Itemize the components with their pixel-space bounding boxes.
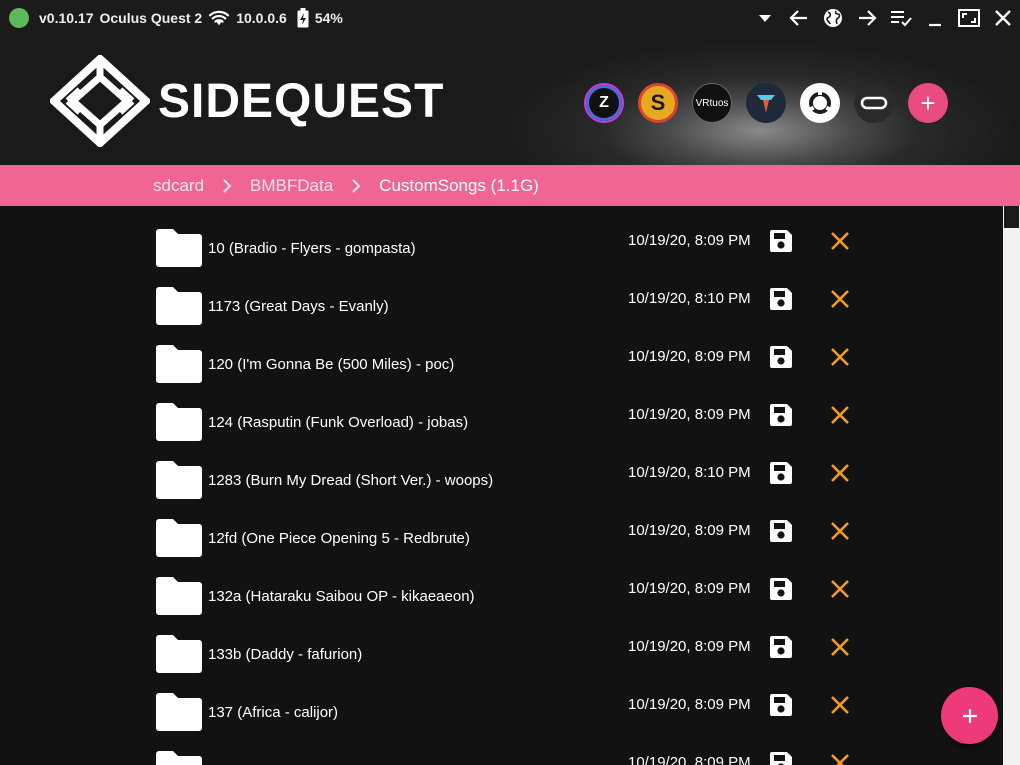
plus-icon [962, 708, 977, 723]
folder-icon [154, 460, 204, 500]
file-date: 10/19/20, 8:09 PM [628, 406, 751, 423]
delete-icon[interactable] [829, 520, 851, 542]
oculus-app-icon[interactable] [854, 83, 894, 123]
globe-icon[interactable] [816, 0, 850, 36]
file-date: 10/19/20, 8:09 PM [628, 754, 751, 765]
file-date: 10/19/20, 8:09 PM [628, 232, 751, 249]
folder-icon [154, 228, 204, 268]
app-header: SIDEQUEST Z S VRtuos + [0, 36, 1020, 165]
sidequest-logo-icon [50, 55, 150, 147]
chevron-right-icon [351, 178, 361, 193]
delete-icon[interactable] [829, 462, 851, 484]
file-row[interactable]: 124 (Rasputin (Funk Overload) - jobas) 10… [0, 380, 1003, 441]
save-icon[interactable] [768, 286, 794, 312]
sidequest-s-app-icon[interactable]: S [638, 83, 678, 123]
scrollbar-thumb[interactable] [1004, 206, 1019, 228]
file-row[interactable]: 12fd (One Piece Opening 5 - Redbrute) 10/… [0, 496, 1003, 557]
file-row[interactable]: 120 (I'm Gonna Be (500 Miles) - poc) 10/1… [0, 322, 1003, 383]
queue-list-icon[interactable] [884, 0, 918, 36]
trinity-app-icon[interactable] [746, 83, 786, 123]
folder-icon [154, 344, 204, 384]
file-name[interactable]: 10 (Bradio - Flyers - gompasta) [208, 240, 416, 257]
file-name[interactable]: 132a (Hataraku Saibou OP - kikaeaeon) [208, 588, 475, 605]
delete-icon[interactable] [829, 230, 851, 252]
delete-icon[interactable] [829, 752, 851, 765]
save-icon[interactable] [768, 460, 794, 486]
wifi-icon [208, 9, 230, 27]
scrollbar-track[interactable] [1003, 206, 1020, 765]
folder-icon [154, 576, 204, 616]
device-name: Oculus Quest 2 [99, 10, 203, 26]
app-shortcuts: Z S VRtuos + [584, 83, 948, 123]
save-icon[interactable] [768, 228, 794, 254]
file-name[interactable]: 120 (I'm Gonna Be (500 Miles) - poc) [208, 356, 454, 373]
file-name[interactable]: 137 (Africa - calijor) [208, 704, 338, 721]
delete-icon[interactable] [829, 346, 851, 368]
file-row[interactable]: 137 (Africa - calijor) 10/19/20, 8:09 PM [0, 670, 1003, 731]
folder-icon [154, 286, 204, 326]
file-row[interactable]: 1283 (Burn My Dread (Short Ver.) - woops… [0, 438, 1003, 499]
save-icon[interactable] [768, 634, 794, 660]
save-icon[interactable] [768, 692, 794, 718]
version-label: v0.10.17 [39, 10, 94, 26]
forward-arrow-icon[interactable] [850, 0, 884, 36]
folder-icon [154, 634, 204, 674]
file-date: 10/19/20, 8:10 PM [628, 290, 751, 307]
file-date: 10/19/20, 8:10 PM [628, 464, 751, 481]
delete-icon[interactable] [829, 694, 851, 716]
battery-charging-icon [297, 8, 309, 28]
vrtuos-app-icon[interactable]: VRtuos [692, 83, 732, 123]
save-icon[interactable] [768, 344, 794, 370]
logo-text: SIDEQUEST [158, 74, 445, 128]
add-file-button[interactable] [941, 687, 998, 744]
file-row[interactable]: 1173 (Great Days - Evanly) 10/19/20, 8:10… [0, 264, 1003, 325]
delete-icon[interactable] [829, 636, 851, 658]
file-date: 10/19/20, 8:09 PM [628, 696, 751, 713]
title-bar: v0.10.17 Oculus Quest 2 10.0.0.6 54% [0, 0, 1020, 36]
file-name[interactable]: 1283 (Burn My Dread (Short Ver.) - woops… [208, 472, 493, 489]
folder-icon [154, 518, 204, 558]
folder-icon [154, 692, 204, 732]
file-name[interactable]: 124 (Rasputin (Funk Overload) - jobas) [208, 414, 468, 431]
delete-icon[interactable] [829, 288, 851, 310]
save-icon[interactable] [768, 518, 794, 544]
breadcrumb: sdcard BMBFData CustomSongs (1.1G) [0, 165, 1020, 206]
file-row[interactable]: 10/19/20, 8:09 PM [0, 728, 1003, 765]
back-arrow-icon[interactable] [782, 0, 816, 36]
file-name[interactable]: 1173 (Great Days - Evanly) [208, 298, 389, 315]
delete-icon[interactable] [829, 578, 851, 600]
file-date: 10/19/20, 8:09 PM [628, 638, 751, 655]
folder-icon [154, 750, 204, 765]
ring-app-icon[interactable] [800, 83, 840, 123]
folder-icon [154, 402, 204, 442]
breadcrumb-item-sdcard[interactable]: sdcard [153, 176, 204, 196]
delete-icon[interactable] [829, 404, 851, 426]
file-row[interactable]: 10 (Bradio - Flyers - gompasta) 10/19/20,… [0, 206, 1003, 267]
file-date: 10/19/20, 8:09 PM [628, 522, 751, 539]
file-row[interactable]: 132a (Hataraku Saibou OP - kikaeaeon) 10/… [0, 554, 1003, 615]
file-name[interactable]: 133b (Daddy - fafurion) [208, 646, 362, 663]
add-app-button[interactable]: + [908, 83, 948, 123]
close-icon[interactable] [986, 0, 1020, 36]
ip-address: 10.0.0.6 [236, 10, 287, 26]
connection-status-icon [9, 8, 29, 28]
file-date: 10/19/20, 8:09 PM [628, 580, 751, 597]
file-row[interactable]: 133b (Daddy - fafurion) 10/19/20, 8:09 PM [0, 612, 1003, 673]
file-name[interactable]: 12fd (One Piece Opening 5 - Redbrute) [208, 530, 470, 547]
chevron-right-icon [222, 178, 232, 193]
file-date: 10/19/20, 8:09 PM [628, 348, 751, 365]
file-list: 10 (Bradio - Flyers - gompasta) 10/19/20,… [0, 206, 1003, 765]
sidequest-logo[interactable]: SIDEQUEST [50, 55, 444, 147]
chevron-down-icon[interactable] [748, 0, 782, 36]
save-icon[interactable] [768, 576, 794, 602]
breadcrumb-item-customsongs[interactable]: CustomSongs (1.1G) [379, 176, 539, 196]
breadcrumb-item-bmbfdata[interactable]: BMBFData [250, 176, 333, 196]
save-icon[interactable] [768, 750, 794, 765]
minimize-icon[interactable] [918, 0, 952, 36]
maximize-icon[interactable] [952, 0, 986, 36]
zenith-app-icon[interactable]: Z [584, 83, 624, 123]
save-icon[interactable] [768, 402, 794, 428]
battery-level: 54% [314, 10, 343, 26]
